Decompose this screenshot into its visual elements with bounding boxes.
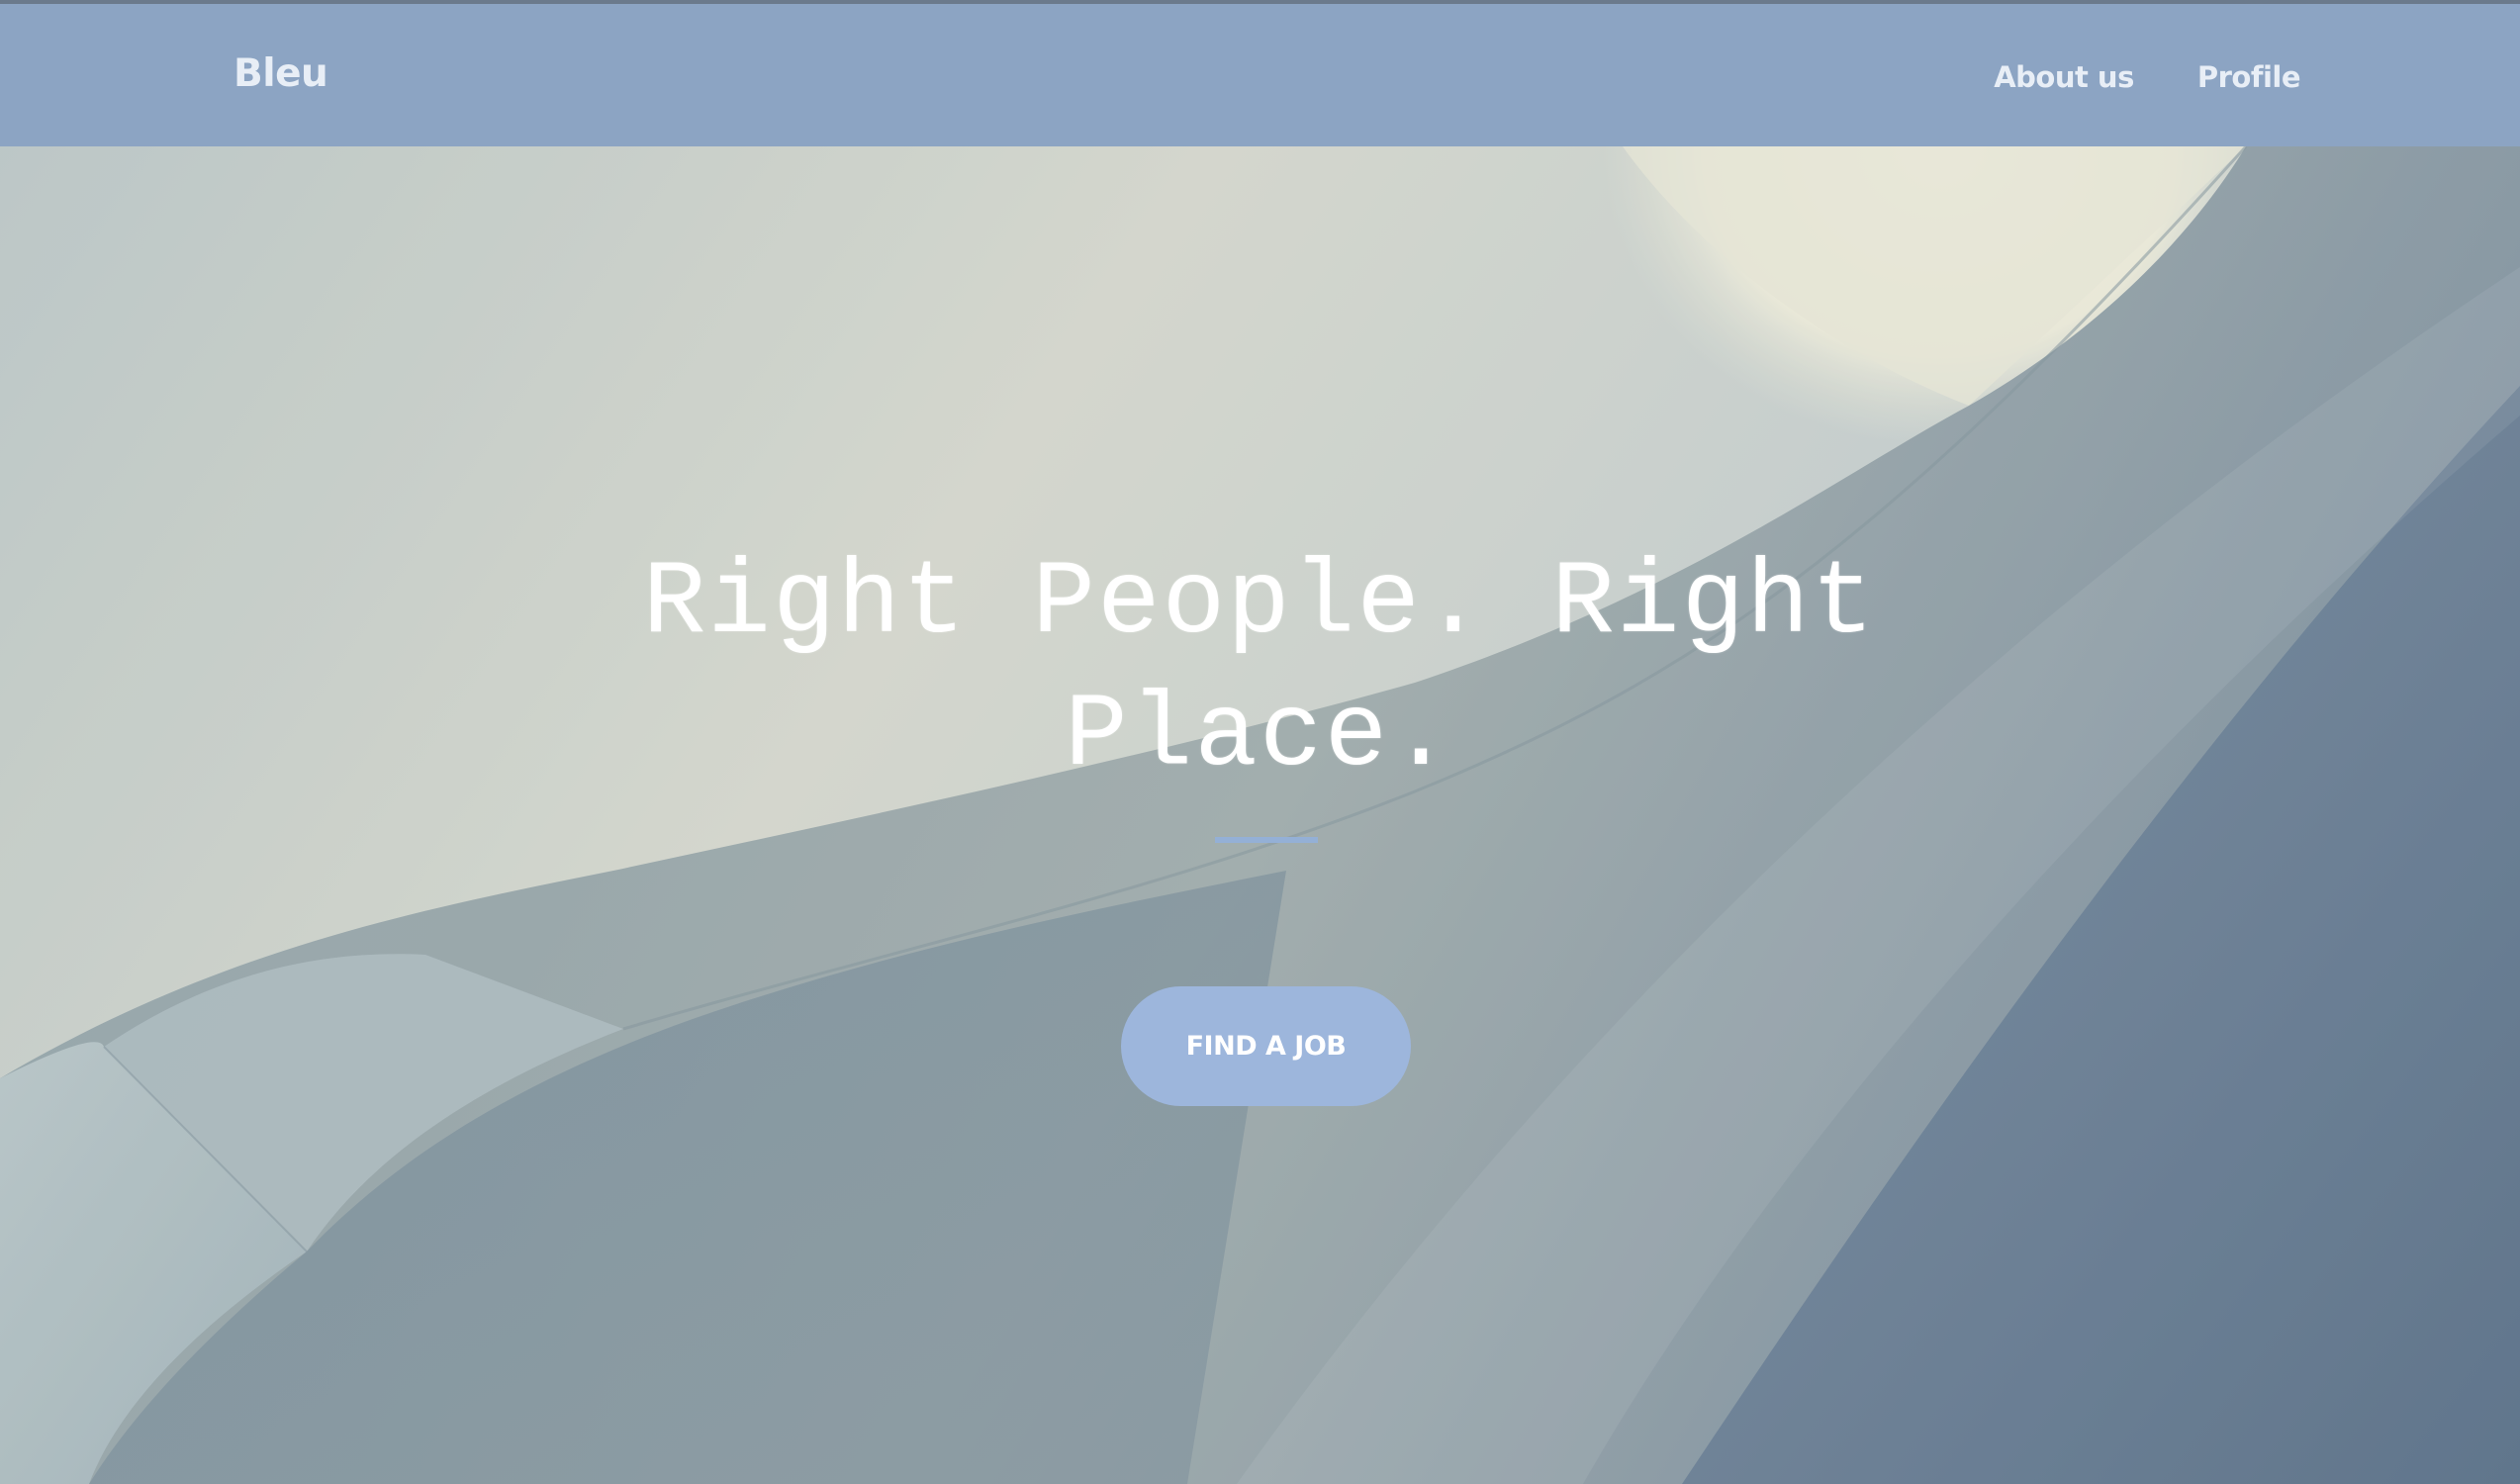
headline-divider	[1215, 837, 1318, 843]
hero-headline: Right People. Right Place.	[642, 544, 1877, 795]
nav-link-profile[interactable]: Profile	[2197, 60, 2301, 94]
page: Bleu About us Profile Right People. Righ…	[0, 0, 2520, 1484]
find-a-job-button[interactable]: FIND A JOB	[1121, 986, 1411, 1106]
nav-link-about-us[interactable]: About us	[1994, 60, 2134, 94]
nav-links: About us Profile	[1994, 60, 2300, 94]
navbar: Bleu About us Profile	[0, 0, 2520, 146]
hero-section: Right People. Right Place. FIND A JOB	[0, 146, 2520, 1484]
brand-logo-link[interactable]: Bleu	[233, 51, 328, 96]
